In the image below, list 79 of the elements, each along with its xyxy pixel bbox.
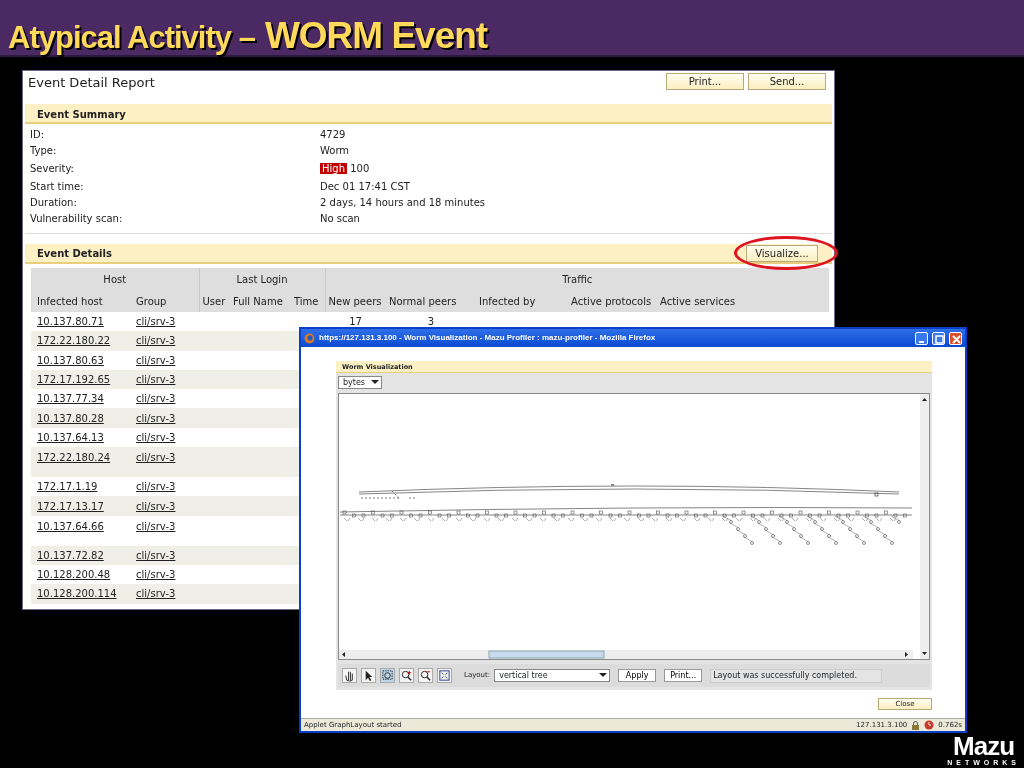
group-link[interactable]: cli/srv-3 xyxy=(136,354,176,366)
field-value: Worm xyxy=(320,145,350,156)
column-header: Active protocols xyxy=(568,290,657,312)
column-header: Full Name xyxy=(230,290,291,312)
section-header: Event Summary xyxy=(25,104,832,124)
tool-button[interactable] xyxy=(361,668,376,683)
maximize-icon xyxy=(933,332,946,346)
slide-title: Atypical Activity – xyxy=(8,19,255,57)
horizontal-scrollbar[interactable] xyxy=(339,650,913,659)
host-link[interactable]: 10.137.80.71 xyxy=(37,316,104,328)
slide-title: WORM Event xyxy=(264,14,488,58)
column-header: Infected by xyxy=(476,290,568,312)
dropdown-arrow-icon xyxy=(597,670,610,680)
close-button[interactable] xyxy=(949,331,962,345)
hand-icon xyxy=(343,669,356,682)
visualize-button[interactable]: Visualize... xyxy=(746,244,818,262)
column-header: Infected host xyxy=(31,290,130,312)
host-link[interactable]: 10.137.77.34 xyxy=(37,393,104,405)
tool-button[interactable] xyxy=(418,668,433,683)
host-link[interactable]: 10.137.64.13 xyxy=(37,431,104,443)
send-button[interactable]: Send... xyxy=(748,73,826,90)
field-label: ID: xyxy=(30,128,46,142)
browser-icon xyxy=(304,332,315,344)
field-label: Severity: xyxy=(30,162,75,176)
severity-badge: High xyxy=(320,163,347,174)
field-label: Vulnerability scan: xyxy=(30,212,124,226)
column-header: New peers xyxy=(325,290,386,312)
column-header: Group xyxy=(130,290,199,312)
column-header: Active services xyxy=(657,290,830,312)
field-label: Type: xyxy=(30,144,58,158)
minimize-icon xyxy=(919,340,924,343)
group-link[interactable]: cli/srv-3 xyxy=(136,393,176,405)
timer-icon xyxy=(924,720,935,730)
field-value: 2 days, 14 hours and 18 minutes xyxy=(320,197,486,208)
column-group-header: Last Login xyxy=(199,268,325,290)
apply-button[interactable]: Apply xyxy=(618,669,657,682)
field-value: Dec 01 17:41 CST xyxy=(320,181,410,192)
field-value: 4729 xyxy=(320,129,346,140)
status-message: Layout was successfully completed. xyxy=(710,668,883,683)
tool-button[interactable] xyxy=(342,668,357,683)
group-link[interactable]: cli/srv-3 xyxy=(136,316,176,328)
print-button[interactable]: Print... xyxy=(666,73,744,90)
group-link[interactable]: cli/srv-3 xyxy=(136,431,176,443)
tool-button[interactable] xyxy=(399,668,414,683)
layout-dropdown[interactable]: vertical tree xyxy=(494,669,611,682)
column-header: Normal peers xyxy=(386,290,476,312)
table-cell: 3 xyxy=(427,316,435,328)
column-group-header: Traffic xyxy=(325,268,830,290)
print-button[interactable]: Print... xyxy=(664,669,703,682)
column-group-header: Host xyxy=(31,268,199,290)
dropdown-arrow-icon xyxy=(369,377,381,387)
group-link[interactable]: cli/srv-3 xyxy=(136,481,176,493)
host-link[interactable]: 172.17.1.19 xyxy=(37,481,98,493)
field-label: Start time: xyxy=(30,180,85,194)
zoom-out-icon xyxy=(419,669,432,682)
section-header: Event Details xyxy=(37,246,112,261)
fit-icon xyxy=(438,669,451,682)
close-icon xyxy=(950,332,963,346)
host-link[interactable]: 10.137.64.66 xyxy=(37,520,104,532)
group-link[interactable]: cli/srv-3 xyxy=(136,569,176,581)
zoom-box-icon xyxy=(381,669,394,682)
report-title: Event Detail Report xyxy=(28,74,155,92)
table-cell: 17 xyxy=(349,316,362,328)
field-value: No scan xyxy=(320,213,360,224)
field-value: 100 xyxy=(350,163,370,174)
lock-icon xyxy=(911,720,921,730)
group-link[interactable]: cli/srv-3 xyxy=(136,520,176,532)
metric-dropdown[interactable]: bytes xyxy=(338,376,382,389)
zoom-in-icon xyxy=(400,669,413,682)
column-header: User xyxy=(199,290,230,312)
host-link[interactable]: 10.137.80.63 xyxy=(37,354,104,366)
host-link[interactable]: 10.128.200.48 xyxy=(37,569,111,581)
field-label: Duration: xyxy=(30,196,78,210)
vertical-scrollbar[interactable] xyxy=(920,394,929,659)
window-title: https://127.131.3.100 - Worm Visualization - Mazu Profiler : mazu-profiler - Mozilla Firefox xyxy=(319,332,657,344)
maximize-button[interactable] xyxy=(932,331,945,345)
logo-text: Mazu xyxy=(953,733,1015,759)
column-header: Time xyxy=(291,290,325,312)
minimize-button[interactable] xyxy=(915,331,928,345)
